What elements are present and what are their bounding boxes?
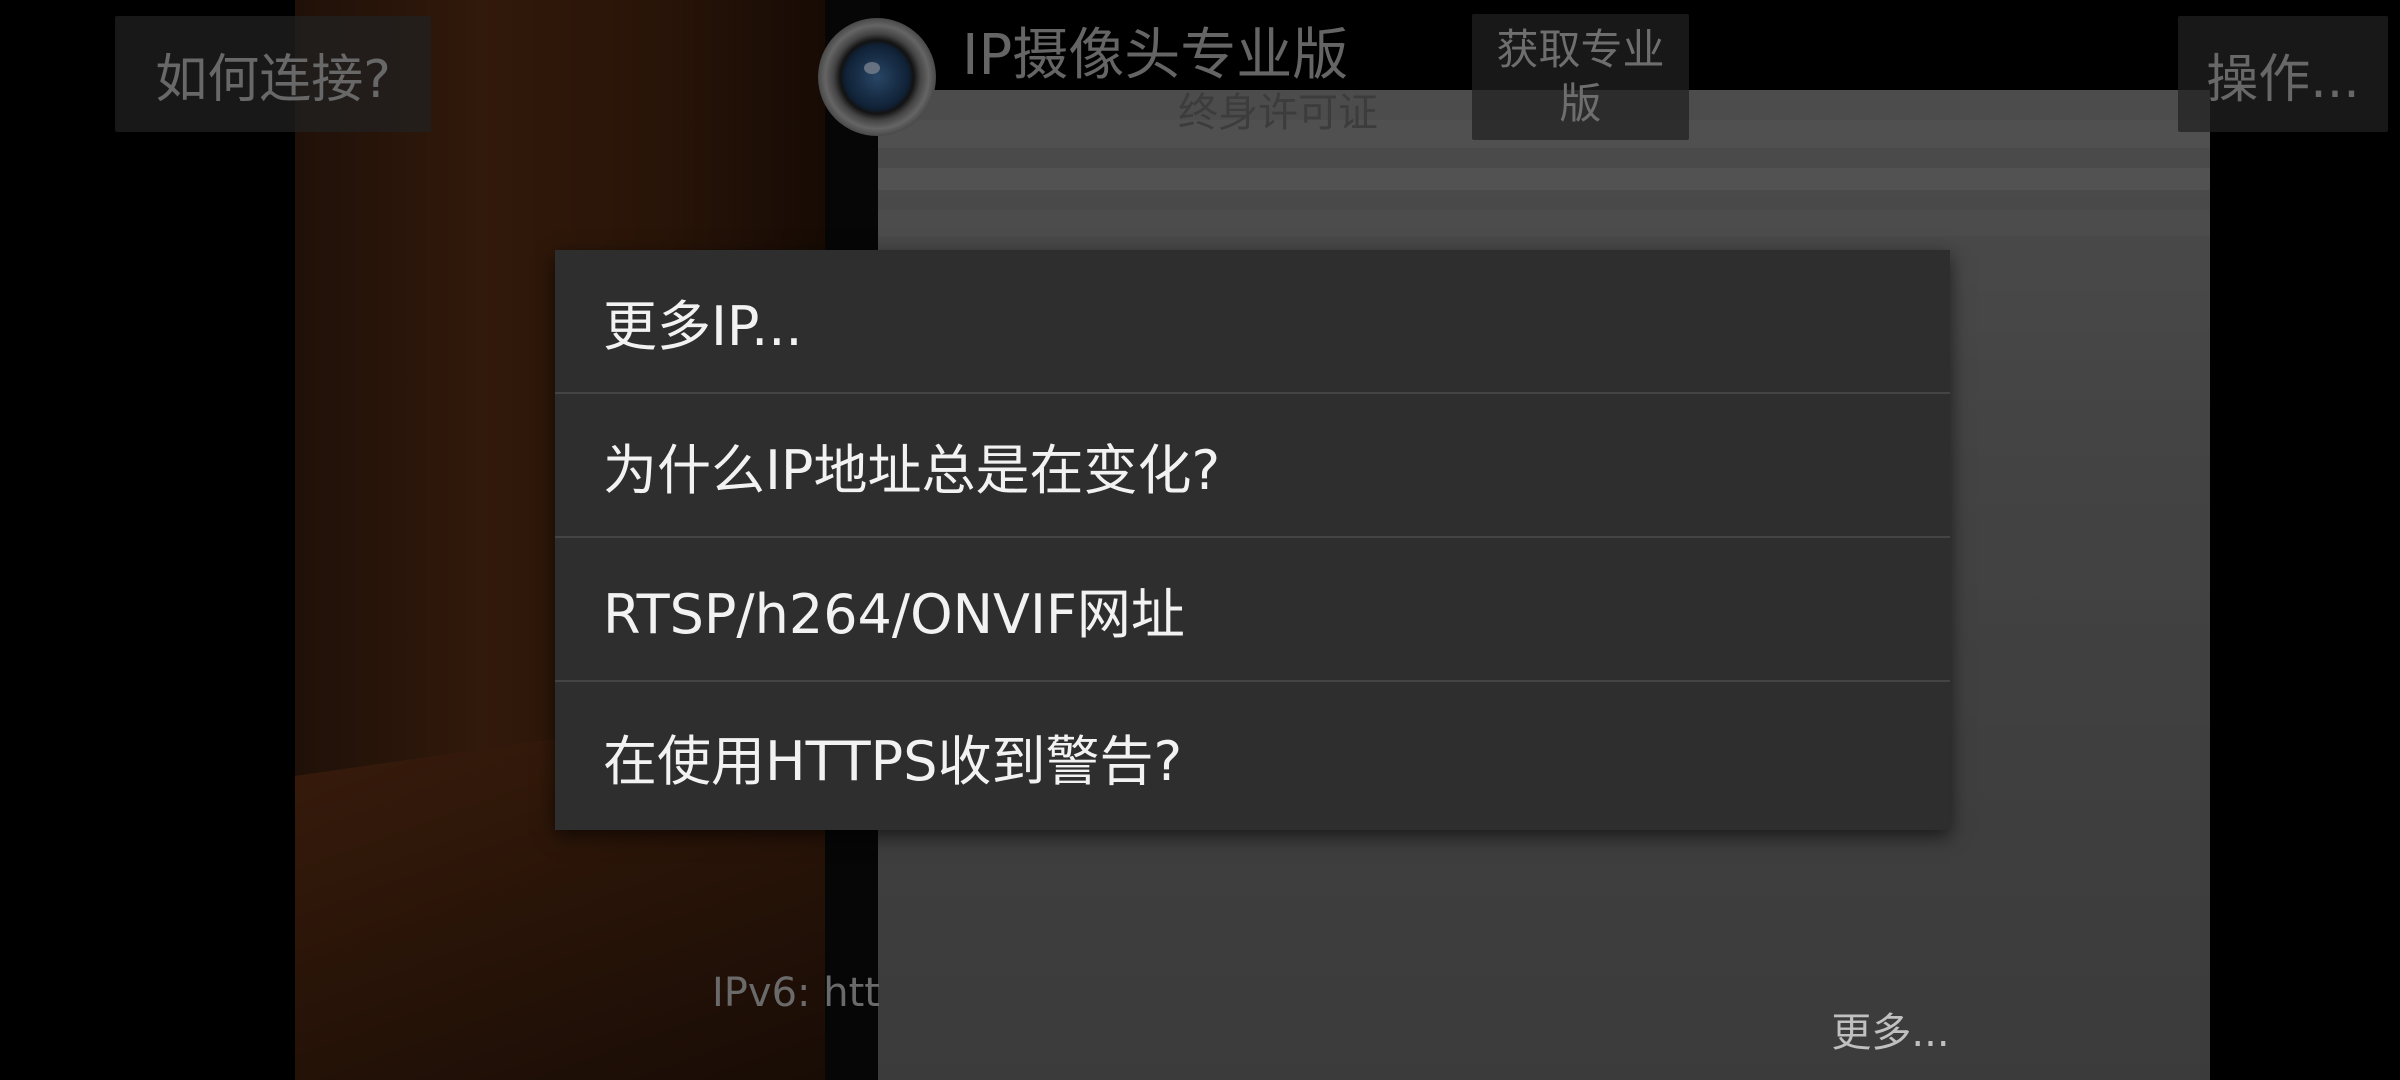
ipv6-address-text: IPv6: http xyxy=(712,970,880,1016)
more-button[interactable]: 更多... xyxy=(1803,988,1978,1070)
menu-item-ip-changing[interactable]: 为什么IP地址总是在变化? xyxy=(555,394,1950,538)
menu-item-more-ip[interactable]: 更多IP... xyxy=(555,250,1950,394)
menu-item-https-warning[interactable]: 在使用HTTPS收到警告? xyxy=(555,682,1950,830)
menu-item-rtsp-urls[interactable]: RTSP/h264/ONVIF网址 xyxy=(555,538,1950,682)
context-menu: 更多IP... 为什么IP地址总是在变化? RTSP/h264/ONVIF网址 … xyxy=(555,250,1950,830)
